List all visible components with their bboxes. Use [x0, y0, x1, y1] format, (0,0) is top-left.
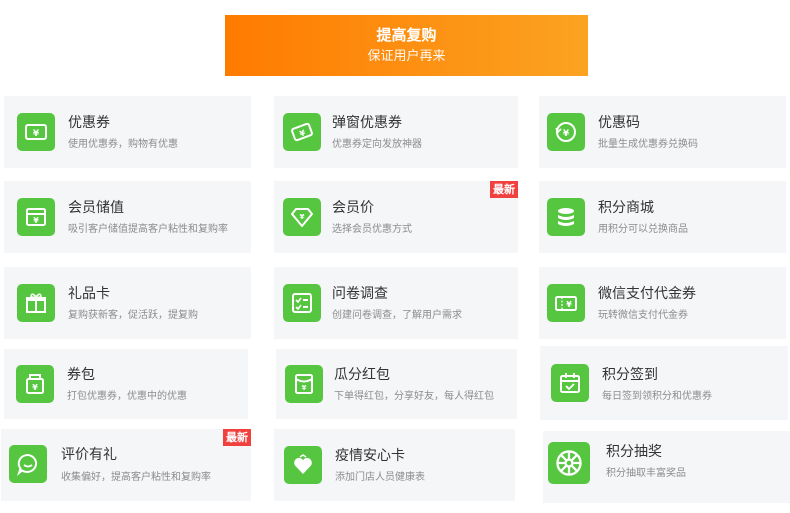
card-desc: 复购获新客，促活跃，提复购 — [68, 310, 198, 321]
card-health[interactable]: 疫情安心卡 添加门店人员健康表 — [274, 429, 515, 501]
coupon-pack-icon: ¥ — [16, 365, 54, 403]
card-desc: 用积分可以兑换商品 — [598, 224, 688, 235]
card-member-price[interactable]: ¥ 会员价 选择会员优惠方式 最新 — [274, 181, 518, 253]
red-packet-icon: ¥ — [285, 365, 323, 403]
promo-code-icon: ¥ — [547, 113, 585, 151]
card-desc: 玩转微信支付代金券 — [598, 310, 688, 321]
card-survey[interactable]: 问卷调查 创建问卷调查，了解用户需求 — [274, 267, 518, 339]
card-popup-coupon[interactable]: ¥ 弹窗优惠券 优惠券定向发放神器 — [274, 96, 518, 168]
card-title: 优惠券 — [68, 115, 110, 131]
card-desc: 打包优惠券，优惠中的优惠 — [67, 391, 187, 402]
card-desc: 优惠券定向发放神器 — [332, 139, 422, 150]
coupon-icon: ¥ — [17, 113, 55, 151]
card-title: 会员价 — [332, 200, 374, 216]
check-in-calendar-icon — [551, 364, 589, 402]
svg-text:¥: ¥ — [298, 128, 307, 139]
member-wallet-icon: ¥ — [17, 198, 55, 236]
card-title: 券包 — [67, 367, 95, 383]
card-title: 问卷调查 — [332, 286, 388, 302]
health-card-icon — [284, 446, 322, 484]
card-promo-code[interactable]: ¥ 优惠码 批量生成优惠券兑换码 — [539, 96, 786, 168]
new-badge: 最新 — [490, 181, 518, 198]
points-lottery-icon — [548, 442, 590, 484]
card-desc: 批量生成优惠券兑换码 — [598, 139, 698, 150]
card-desc: 选择会员优惠方式 — [332, 224, 412, 235]
card-red-packet[interactable]: ¥ 瓜分红包 下单得红包，分享好友，每人得红包 — [276, 349, 517, 419]
svg-text:¥: ¥ — [563, 129, 570, 139]
card-title: 会员储值 — [68, 200, 124, 216]
card-coupon[interactable]: ¥ 优惠券 使用优惠券，购物有优惠 — [4, 96, 251, 168]
card-coupon-pack[interactable]: ¥ 券包 打包优惠券，优惠中的优惠 — [4, 349, 248, 419]
card-desc: 下单得红包，分享好友，每人得红包 — [334, 391, 494, 402]
gift-card-icon — [17, 284, 55, 322]
card-member-wallet[interactable]: ¥ 会员储值 吸引客户储值提高客户粘性和复购率 — [4, 181, 251, 253]
card-desc: 每日签到领积分和优惠券 — [602, 391, 712, 402]
card-points-mall[interactable]: 积分商城 用积分可以兑换商品 — [539, 181, 786, 253]
card-title: 瓜分红包 — [334, 367, 390, 383]
card-desc: 积分抽取丰富奖品 — [606, 468, 686, 479]
card-review[interactable]: 评价有礼 收集偏好，提高客户粘性和复购率 最新 — [1, 429, 251, 501]
card-title: 微信支付代金券 — [598, 286, 696, 302]
card-title: 礼品卡 — [68, 286, 110, 302]
survey-icon — [283, 284, 321, 322]
card-title: 积分抽奖 — [606, 444, 662, 460]
card-title: 疫情安心卡 — [335, 448, 405, 464]
svg-text:¥: ¥ — [300, 213, 305, 221]
card-title: 弹窗优惠券 — [332, 115, 402, 131]
popup-coupon-icon: ¥ — [283, 113, 321, 151]
card-title: 评价有礼 — [61, 447, 117, 463]
wechat-voucher-icon: ¥ — [547, 284, 585, 322]
svg-text:¥: ¥ — [302, 384, 307, 392]
card-desc: 使用优惠券，购物有优惠 — [68, 139, 178, 150]
card-gift-card[interactable]: 礼品卡 复购获新客，促活跃，提复购 — [4, 267, 251, 339]
card-wechat-voucher[interactable]: ¥ 微信支付代金券 玩转微信支付代金券 — [539, 267, 786, 339]
new-badge: 最新 — [223, 429, 251, 446]
banner-subtitle: 保证用户再来 — [367, 49, 446, 64]
svg-text:¥: ¥ — [33, 216, 39, 225]
points-mall-icon — [547, 198, 585, 236]
promo-banner: 提高复购 保证用户再来 — [225, 15, 588, 76]
member-price-icon: ¥ — [283, 198, 321, 236]
svg-text:¥: ¥ — [566, 300, 572, 309]
card-lottery[interactable]: 积分抽奖 积分抽取丰富奖品 — [543, 431, 790, 503]
svg-text:¥: ¥ — [33, 129, 40, 139]
card-title: 积分签到 — [602, 367, 658, 383]
banner-title: 提高复购 — [376, 26, 437, 44]
card-desc: 添加门店人员健康表 — [335, 472, 425, 483]
review-chat-icon — [9, 445, 47, 483]
card-title: 积分商城 — [598, 200, 654, 216]
svg-text:¥: ¥ — [32, 383, 38, 392]
card-desc: 吸引客户储值提高客户粘性和复购率 — [68, 224, 228, 235]
card-desc: 收集偏好，提高客户粘性和复购率 — [61, 472, 211, 483]
card-title: 优惠码 — [598, 115, 640, 131]
card-check-in[interactable]: 积分签到 每日签到领积分和优惠券 — [540, 346, 788, 420]
card-desc: 创建问卷调查，了解用户需求 — [332, 310, 462, 321]
